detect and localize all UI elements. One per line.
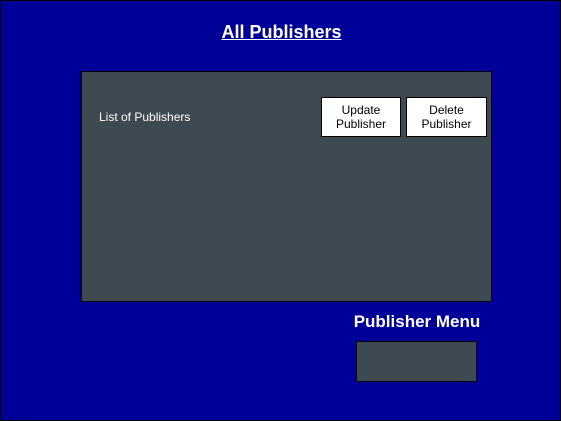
- publisher-menu-title: Publisher Menu: [353, 312, 481, 331]
- publishers-list-panel: List of Publishers Update Publisher Dele…: [81, 71, 492, 302]
- publisher-menu-box[interactable]: [356, 341, 477, 382]
- page-title: All Publishers: [221, 22, 342, 42]
- page-canvas: All Publishers List of Publishers Update…: [0, 0, 561, 421]
- update-publisher-button[interactable]: Update Publisher: [321, 97, 401, 137]
- delete-publisher-button[interactable]: Delete Publisher: [406, 97, 487, 137]
- publishers-list-label: List of Publishers: [99, 110, 191, 124]
